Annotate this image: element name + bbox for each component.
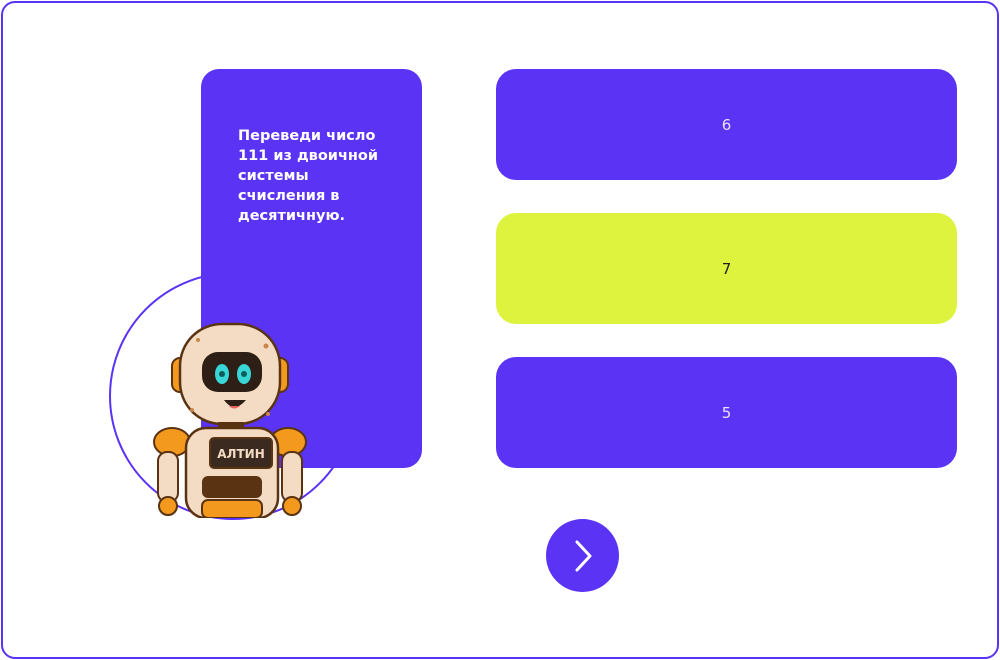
answer-label: 6	[721, 115, 732, 134]
answer-label: 7	[721, 259, 732, 278]
chevron-right-icon	[575, 540, 591, 571]
answer-label: 5	[721, 403, 732, 422]
answer-option-6[interactable]: 6	[496, 69, 957, 180]
answer-option-5[interactable]: 5	[496, 357, 957, 468]
next-button[interactable]	[546, 519, 619, 592]
svg-text:АЛТИН: АЛТИН	[217, 447, 265, 461]
answer-option-7[interactable]: 7	[496, 213, 957, 324]
robot-mascot-icon: АЛТИН	[153, 322, 307, 518]
question-text: Переведи число 111 из двоичной системы с…	[238, 128, 379, 224]
